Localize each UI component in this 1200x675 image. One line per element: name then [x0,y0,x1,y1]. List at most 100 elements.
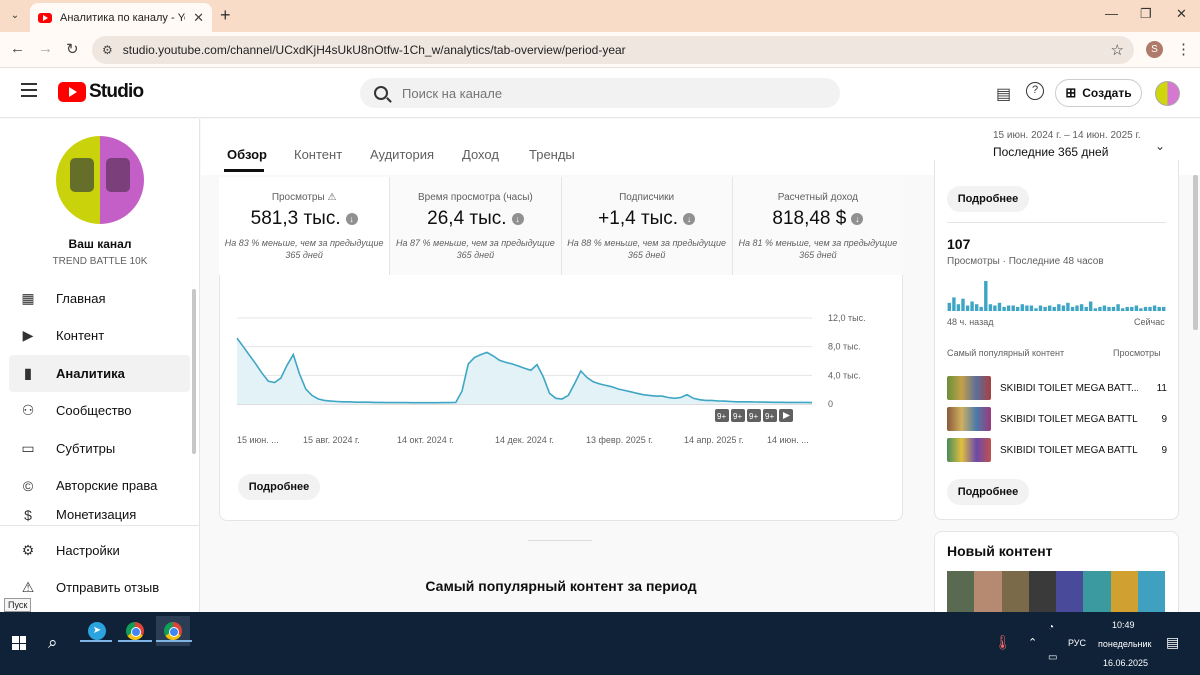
sidebar-item-label: Аналитика [56,366,125,381]
views-area-chart[interactable]: 12,0 тыс. 8,0 тыс. 4,0 тыс. 0 15 июн. ... 15 … [219,300,903,460]
popular-video-row[interactable]: SKIBIDI TOILET MEGA BATTL... 9 [947,437,1167,463]
sidebar-item-content[interactable]: ▶ Контент [9,317,190,354]
sidebar-item-label: Отправить отзыв [56,580,160,595]
start-tooltip: Пуск [4,598,32,612]
video-title: SKIBIDI TOILET MEGA BATT... [1000,382,1138,394]
realtime-bar [1070,306,1075,311]
site-settings-icon[interactable]: ⚙ [102,43,113,57]
hamburger-menu-icon[interactable] [21,83,37,97]
community-icon: ⚇ [21,402,35,418]
tab-overview[interactable]: Обзор [227,147,267,162]
sidebar-item-subtitles[interactable]: ▭ Субтитры [9,430,190,467]
search-input[interactable] [402,85,802,101]
metric-watch-time[interactable]: Время просмотра (часы) 26,4 тыс. ↓ На 87 … [390,177,562,275]
taskbar-search-icon[interactable]: ⌕ [48,633,58,653]
browser-tabstrip: ⌄ Аналитика по каналу - YouTube ✕ + — ❐ … [0,0,1200,32]
popular-video-row[interactable]: SKIBIDI TOILET MEGA BATT... 11 [947,375,1167,401]
studio-logo[interactable]: Studio [58,81,144,103]
realtime-bar [1025,305,1029,311]
maximize-window-icon[interactable]: ❐ [1140,6,1152,22]
windows-start-icon[interactable] [12,636,26,650]
browser-tab-analytics[interactable]: Аналитика по каналу - YouTube ✕ [30,3,212,32]
sidebar-item-label: Субтитры [56,441,116,456]
tab-search-button[interactable]: ⌄ [4,4,26,26]
metric-revenue[interactable]: Расчетный доход 818,48 $ ↓ На 81 % меньше… [732,177,903,275]
browser-menu-icon[interactable]: ⋮ [1176,40,1191,58]
forward-button[interactable]: → [38,40,53,57]
help-icon[interactable]: ? [1026,82,1044,100]
clock-date[interactable]: 16.06.2025 [1103,658,1148,668]
realtime-bar [1029,305,1034,311]
sidebar-item-community[interactable]: ⚇ Сообщество [9,392,190,429]
period-range[interactable]: 15 июн. 2024 г. – 14 июн. 2025 г. [993,130,1141,141]
more-details-button[interactable]: Подробнее [238,474,320,500]
new-content-thumbnail[interactable] [947,571,1165,612]
video-title: SKIBIDI TOILET MEGA BATTL... [1000,444,1138,456]
browser-profile-avatar[interactable]: S [1146,41,1163,58]
channel-avatar[interactable] [56,136,144,224]
thumb-segment [1137,571,1165,612]
notifications-icon[interactable]: ▤ [996,84,1011,104]
sidebar-item-copyright[interactable]: © Авторские права [9,467,190,504]
popular-video-row[interactable]: SKIBIDI TOILET MEGA BATTLE 9 [947,406,1167,432]
tab-audience[interactable]: Аудитория [370,147,434,162]
sidebar-item-feedback[interactable]: ⚠ Отправить отзыв [9,569,190,606]
close-window-icon[interactable]: ✕ [1176,6,1187,22]
new-tab-button[interactable]: + [220,5,231,26]
realtime-bar-chart[interactable] [947,278,1166,312]
realtime-more-button[interactable]: Подробнее [947,186,1029,212]
url-text: studio.youtube.com/channel/UCxdKjH4sUkU8… [122,43,626,57]
arrow-down-icon: ↓ [345,212,358,225]
studio-header: Studio ▤ ? ⊞ Создать [0,68,1200,118]
reload-button[interactable]: ↻ [66,40,79,58]
battery-icon[interactable]: ▭ [1048,652,1057,663]
metric-note: На 81 % меньше, чем за предыдущие 365 дн… [738,238,898,260]
series-area [237,338,812,404]
clock-time[interactable]: 10:49 [1112,620,1135,630]
sidebar-item-label: Главная [56,291,106,306]
create-button[interactable]: ⊞ Создать [1055,79,1142,107]
tab-revenue[interactable]: Доход [462,147,499,162]
close-tab-icon[interactable]: ✕ [193,10,204,26]
sidebar-item-monetization[interactable]: $ Монетизация [9,507,190,527]
tab-trends[interactable]: Тренды [529,147,575,162]
metric-value-text: 26,4 тыс. [427,208,507,229]
page-scrollbar[interactable] [1193,175,1198,330]
sidebar-item-settings[interactable]: ⚙ Настройки [9,532,190,569]
back-button[interactable]: ← [10,40,25,57]
chrome-icon [126,622,144,640]
tab-content[interactable]: Контент [294,147,342,162]
account-avatar[interactable] [1155,81,1180,106]
sidebar-item-analytics[interactable]: ▮ Аналитика [9,355,190,392]
video-views: 9 [1161,413,1167,425]
clock-day[interactable]: понедельник [1098,639,1152,649]
realtime-bar [1152,305,1157,311]
address-bar[interactable]: ⚙ studio.youtube.com/channel/UCxdKjH4sUk… [92,36,1134,64]
sidebar-item-label: Монетизация [56,507,137,522]
period-selector[interactable]: Последние 365 дней [993,145,1108,159]
network-icon[interactable]: ◔ [1048,622,1054,633]
realtime-bar [1116,304,1120,311]
y-tick-label: 4,0 тыс. [828,370,861,380]
temperature-icon[interactable]: 🌡 [994,634,1012,651]
metric-views[interactable]: Просмотры ⚠ 581,3 тыс. ↓ На 83 % меньше, … [219,177,391,275]
minimize-window-icon[interactable]: — [1105,6,1118,21]
feedback-icon: ⚠ [21,579,35,595]
chevron-down-icon[interactable]: ⌄ [1155,139,1165,153]
new-content-title: Новый контент [947,543,1053,559]
realtime-axis-right: Сейчас [1134,317,1165,327]
realtime-bar [1143,306,1148,311]
x-tick-label: 13 февр. 2025 г. [586,435,653,445]
metrics-row: Просмотры ⚠ 581,3 тыс. ↓ На 83 % меньше, … [219,177,903,275]
sidebar-item-dashboard[interactable]: ▦ Главная [9,280,190,317]
sidebar-scrollbar[interactable] [192,289,196,454]
show-hidden-icons-icon[interactable]: ⌃ [1028,636,1037,649]
notification-center-icon[interactable]: ▤ [1166,634,1179,651]
metric-subscribers[interactable]: Подписчики +1,4 тыс. ↓ На 88 % меньше, че… [561,177,733,275]
bookmark-star-icon[interactable]: ☆ [1111,41,1124,59]
popular-more-button[interactable]: Подробнее [947,479,1029,505]
channel-search-box[interactable] [360,78,840,108]
running-indicator [80,640,112,642]
arrow-down-icon: ↓ [511,212,524,225]
language-indicator[interactable]: РУС [1068,638,1086,648]
